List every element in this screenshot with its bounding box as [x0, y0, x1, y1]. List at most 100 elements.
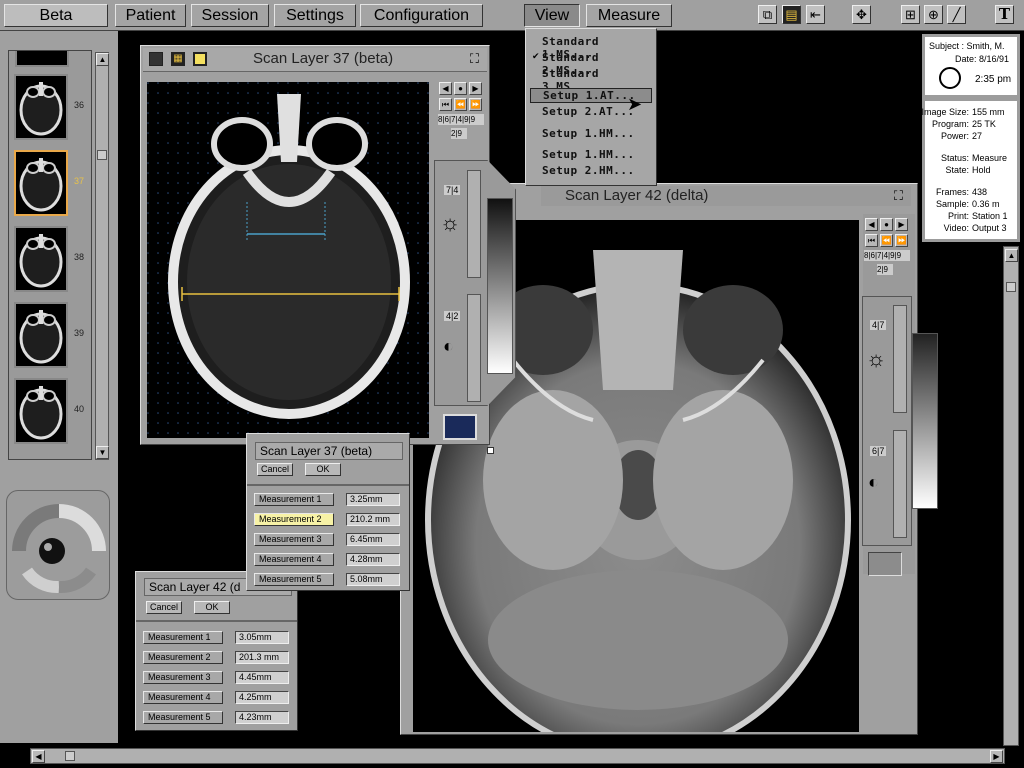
time-value: 2:35 pm [975, 74, 1012, 85]
window-a-rewind-icon[interactable]: ⏪ [454, 98, 467, 111]
thumbnail-scan-2[interactable] [14, 226, 68, 292]
vscroll-thumb[interactable] [1006, 282, 1016, 292]
image-info-label: State: [945, 165, 969, 175]
dialog_a-measurement-button[interactable]: Measurement 1 [254, 493, 334, 506]
dialog_a-measurement-button[interactable]: Measurement 2 [254, 513, 334, 526]
hscroll-left[interactable]: ◀ [32, 750, 45, 763]
line-tool-icon[interactable]: ╱ [947, 5, 966, 24]
window-a-grayscale-bar [487, 198, 513, 374]
dialog_a-measurement-value: 210.2 mm [346, 513, 400, 526]
thumbnail-partial[interactable] [15, 51, 69, 67]
dialog_a-measurement-button[interactable]: Measurement 5 [254, 573, 334, 586]
window-a-titlebar[interactable]: ▦ Scan Layer 37 (beta) ⛶ [143, 48, 487, 72]
window-a-prev-icon[interactable]: ◀ [439, 82, 452, 95]
image-info-value: Output 3 [972, 223, 1007, 233]
window-b-prev-icon[interactable]: ◀ [865, 218, 878, 231]
maximize-icon[interactable]: ⛶ [470, 51, 479, 67]
thumb-scroll-down[interactable]: ▼ [96, 446, 109, 459]
menu-patient[interactable]: Patient [115, 4, 186, 27]
hscroll-thumb[interactable] [65, 751, 75, 761]
hscroll-right[interactable]: ▶ [990, 750, 1003, 763]
move-icon[interactable]: ✥ [852, 5, 871, 24]
dialog_b-measurement-button[interactable]: Measurement 5 [143, 711, 223, 724]
view-menu-item-0[interactable]: Standard 1.MS... [530, 35, 652, 61]
window-b-titlebar[interactable]: Scan Layer 42 (delta) ⛶ [541, 186, 911, 206]
step-back-icon[interactable]: ⇤ [806, 5, 825, 24]
menu-settings[interactable]: Settings [274, 4, 356, 27]
dialog_a-measurement-value: 5.08mm [346, 573, 400, 586]
window-a-next-icon[interactable]: ▶ [469, 82, 482, 95]
menu-configuration[interactable]: Configuration [360, 4, 483, 27]
window-a-play-icon[interactable]: ● [454, 82, 467, 95]
thumbnail-number: 40 [74, 404, 85, 414]
mouse-cursor-icon: ➤ [627, 94, 643, 114]
window-b-brightness-slider[interactable] [893, 305, 907, 413]
thumbnail-scan-4[interactable] [14, 378, 68, 444]
window-a-contrast-value: 4|2 [444, 311, 461, 321]
window-b-rewind-icon[interactable]: ⏪ [880, 234, 893, 247]
dialog-b-ok-button[interactable]: OK [194, 601, 230, 614]
window-a-close-icon[interactable] [149, 52, 163, 66]
window-b-forward-icon[interactable]: ⏩ [895, 234, 908, 247]
window-a-forward-icon[interactable]: ⏩ [469, 98, 482, 111]
dialog-a-ok-button[interactable]: OK [305, 463, 341, 476]
image-info-label: Video: [943, 223, 969, 233]
target-icon[interactable]: ⊕ [924, 5, 943, 24]
copy-icon[interactable]: ⧉ [758, 5, 777, 24]
maximize-icon[interactable]: ⛶ [894, 188, 903, 204]
window-a-brightness-slider[interactable] [467, 170, 481, 278]
thumbnail-scan-1[interactable] [14, 150, 68, 216]
date-row: Date: 8/16/91 [955, 54, 1009, 64]
vscroll-up[interactable]: ▲ [1005, 249, 1018, 262]
view-menu-item-2[interactable]: Standard 3.MS... [530, 67, 652, 93]
window-a-slice: 2|9 [451, 128, 467, 139]
view-menu-item-5[interactable]: Setup 1.HM... [530, 127, 652, 142]
dialog_b-measurement-button[interactable]: Measurement 4 [143, 691, 223, 704]
thumb-scroll-thumb[interactable] [97, 150, 107, 160]
window-b-grayscale-bar [912, 333, 938, 509]
window-a-pattern-button[interactable] [443, 414, 477, 440]
window-b-pattern-button[interactable] [868, 552, 902, 576]
dialog_b-measurement-button[interactable]: Measurement 2 [143, 651, 223, 664]
bottom-scrollbar[interactable] [30, 748, 1005, 764]
window-a-contrast-slider[interactable] [467, 294, 481, 402]
zoom-in-icon[interactable]: ⊞ [901, 5, 920, 24]
menu-measure[interactable]: Measure [586, 4, 672, 27]
subject-label: Subject : [929, 41, 965, 51]
dialog_b-measurement-button[interactable]: Measurement 3 [143, 671, 223, 684]
thumbnail-scan-0[interactable] [14, 74, 68, 140]
dialog-a-cancel-button[interactable]: Cancel [257, 463, 293, 476]
right-scrollbar[interactable] [1003, 246, 1019, 746]
view-menu-item-6[interactable]: Setup 1.HM... [530, 148, 652, 163]
view-menu-item-label: Setup 2.AT... [542, 105, 635, 118]
window-a-first-icon[interactable]: ⏮ [439, 98, 452, 111]
thumbnail-scan-3[interactable] [14, 302, 68, 368]
dialog_b-measurement-button[interactable]: Measurement 1 [143, 631, 223, 644]
window-b-contrast-slider[interactable] [893, 430, 907, 538]
trackball-control[interactable] [6, 490, 110, 600]
window-b-next-icon[interactable]: ▶ [895, 218, 908, 231]
image-info-label: Image Size: [921, 107, 969, 117]
text-tool-icon[interactable]: T [995, 5, 1014, 24]
window-b-first-icon[interactable]: ⏮ [865, 234, 878, 247]
window-a-nav: ◀ ● ▶ ⏮ ⏪ ⏩ 8|6|7|4|9|9 2|9 [437, 82, 487, 157]
thumb-scrollbar[interactable] [95, 52, 109, 460]
view-menu-item-1[interactable]: ✔ Standard 2.MS... [530, 51, 652, 77]
thumb-scroll-up[interactable]: ▲ [96, 53, 109, 66]
window-a-image[interactable] [147, 82, 429, 438]
film-icon[interactable]: ▤ [782, 5, 801, 24]
window-a-resize-handle[interactable] [487, 447, 494, 454]
window-a-grid-icon[interactable]: ▦ [171, 52, 185, 66]
menu-view[interactable]: View [524, 4, 580, 27]
window-b-frame-counter: 8|6|7|4|9|9 [864, 250, 910, 261]
window-b-play-icon[interactable]: ● [880, 218, 893, 231]
dialog_a-measurement-button[interactable]: Measurement 3 [254, 533, 334, 546]
dialog-b-cancel-button[interactable]: Cancel [146, 601, 182, 614]
view-menu-item-7[interactable]: Setup 2.HM... [530, 164, 652, 179]
window-a-color-icon[interactable] [193, 52, 207, 66]
thumbnail-number: 39 [74, 328, 85, 338]
menu-session[interactable]: Session [191, 4, 269, 27]
window-b-brightness-value: 4|7 [870, 320, 887, 330]
dialog_a-measurement-button[interactable]: Measurement 4 [254, 553, 334, 566]
brightness-icon: ☼ [866, 346, 887, 371]
